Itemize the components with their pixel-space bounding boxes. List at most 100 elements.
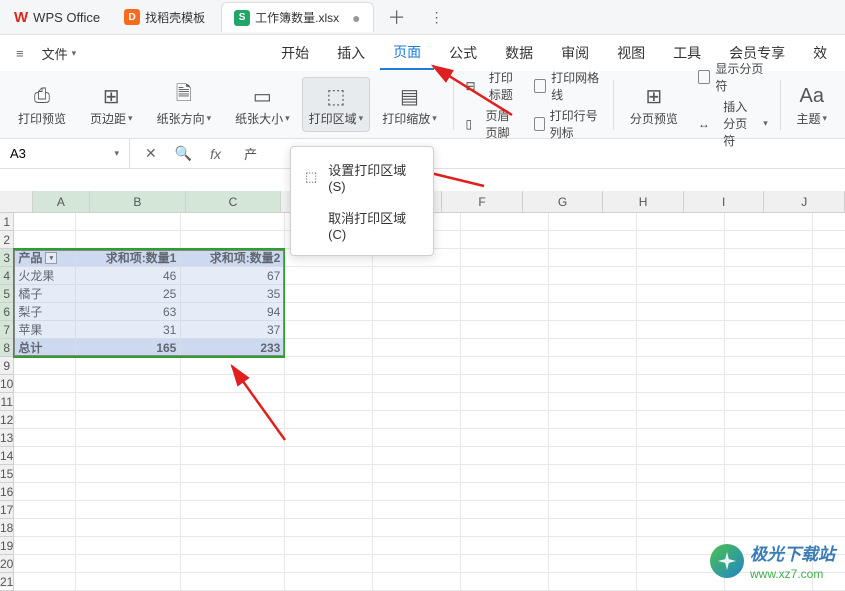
col-head-B[interactable]: B xyxy=(90,191,186,213)
cell[interactable] xyxy=(14,375,76,393)
cell[interactable] xyxy=(725,519,813,537)
cell[interactable] xyxy=(637,483,725,501)
menu-start[interactable]: 开始 xyxy=(268,37,322,69)
cell[interactable] xyxy=(461,411,549,429)
cell[interactable]: 94 xyxy=(181,303,285,321)
cell[interactable] xyxy=(637,249,725,267)
cell[interactable] xyxy=(76,429,181,447)
cell[interactable]: 67 xyxy=(181,267,285,285)
cell[interactable] xyxy=(549,483,637,501)
cell[interactable] xyxy=(181,357,285,375)
cell[interactable] xyxy=(637,357,725,375)
print-preview-button[interactable]: ⎙ 打印预览 xyxy=(6,82,78,127)
cell[interactable] xyxy=(461,231,549,249)
cell[interactable] xyxy=(373,375,461,393)
set-print-area-item[interactable]: ⬚ 设置打印区域(S) xyxy=(291,153,433,201)
cell[interactable] xyxy=(461,321,549,339)
cell[interactable] xyxy=(373,555,461,573)
menu-view[interactable]: 视图 xyxy=(604,37,658,69)
row-head-3[interactable]: 3 xyxy=(0,249,14,267)
tab-workbook[interactable]: S 工作簿数量.xlsx ● xyxy=(221,2,373,32)
cell[interactable] xyxy=(285,573,373,591)
cell[interactable] xyxy=(76,501,181,519)
cell[interactable] xyxy=(14,393,76,411)
cell[interactable]: 233 xyxy=(181,339,285,357)
cell[interactable] xyxy=(14,231,76,249)
cell[interactable] xyxy=(14,213,76,231)
cell[interactable] xyxy=(637,375,725,393)
cell[interactable] xyxy=(461,573,549,591)
cell[interactable]: 苹果 xyxy=(14,321,76,339)
cell[interactable] xyxy=(725,303,813,321)
cell[interactable] xyxy=(181,573,285,591)
row-head-14[interactable]: 14 xyxy=(0,447,14,465)
cell[interactable] xyxy=(725,483,813,501)
cell[interactable] xyxy=(549,573,637,591)
cell[interactable] xyxy=(76,537,181,555)
cell[interactable] xyxy=(813,375,845,393)
cell[interactable] xyxy=(813,249,845,267)
cell[interactable] xyxy=(373,573,461,591)
cell[interactable] xyxy=(637,393,725,411)
cell[interactable] xyxy=(549,231,637,249)
cell[interactable] xyxy=(14,537,76,555)
hamburger-icon[interactable]: ≡ xyxy=(8,46,32,61)
cell[interactable]: 165 xyxy=(76,339,181,357)
cell[interactable] xyxy=(76,357,181,375)
cell[interactable] xyxy=(637,519,725,537)
cell[interactable] xyxy=(637,267,725,285)
cell[interactable] xyxy=(181,501,285,519)
menu-effects[interactable]: 效 xyxy=(800,37,827,69)
cancel-icon[interactable]: ✕ xyxy=(140,145,162,162)
cell[interactable] xyxy=(813,285,845,303)
row-head-7[interactable]: 7 xyxy=(0,321,14,339)
cell[interactable]: 63 xyxy=(76,303,181,321)
menu-insert[interactable]: 插入 xyxy=(324,37,378,69)
cell[interactable] xyxy=(725,501,813,519)
cell[interactable] xyxy=(725,465,813,483)
cell[interactable] xyxy=(549,393,637,411)
cell[interactable] xyxy=(76,447,181,465)
cell[interactable] xyxy=(725,267,813,285)
cell[interactable] xyxy=(461,429,549,447)
row-head-2[interactable]: 2 xyxy=(0,231,14,249)
cell[interactable] xyxy=(373,321,461,339)
cell[interactable] xyxy=(637,465,725,483)
cell[interactable] xyxy=(373,465,461,483)
paper-size-button[interactable]: ▭ 纸张大小▾ xyxy=(223,82,302,127)
cell[interactable] xyxy=(14,357,76,375)
row-head-10[interactable]: 10 xyxy=(0,375,14,393)
margins-button[interactable]: ⊞ 页边距▾ xyxy=(78,82,145,127)
cell[interactable] xyxy=(549,429,637,447)
cell[interactable] xyxy=(461,303,549,321)
cell[interactable] xyxy=(549,213,637,231)
cell[interactable] xyxy=(181,213,285,231)
cell[interactable] xyxy=(285,411,373,429)
cell[interactable] xyxy=(373,519,461,537)
cell[interactable] xyxy=(373,537,461,555)
show-page-break-check[interactable]: 显示分页符 xyxy=(698,60,768,94)
cell[interactable] xyxy=(181,447,285,465)
cell[interactable] xyxy=(373,483,461,501)
cell[interactable] xyxy=(813,447,845,465)
print-rowcol-check[interactable]: 打印行号列标 xyxy=(534,107,601,141)
cell[interactable] xyxy=(14,429,76,447)
col-head-A[interactable]: A xyxy=(33,191,90,213)
cell[interactable] xyxy=(725,357,813,375)
row-head-1[interactable]: 1 xyxy=(0,213,14,231)
cell[interactable] xyxy=(725,375,813,393)
cell[interactable] xyxy=(637,285,725,303)
cell[interactable] xyxy=(461,375,549,393)
cell[interactable] xyxy=(461,537,549,555)
cell[interactable] xyxy=(373,447,461,465)
col-head-H[interactable]: H xyxy=(603,191,684,213)
cell[interactable] xyxy=(461,249,549,267)
row-head-9[interactable]: 9 xyxy=(0,357,14,375)
cell[interactable] xyxy=(813,339,845,357)
cell[interactable] xyxy=(725,429,813,447)
cell[interactable] xyxy=(813,519,845,537)
row-head-18[interactable]: 18 xyxy=(0,519,14,537)
cell[interactable] xyxy=(813,483,845,501)
cell[interactable] xyxy=(181,429,285,447)
cell[interactable] xyxy=(725,231,813,249)
